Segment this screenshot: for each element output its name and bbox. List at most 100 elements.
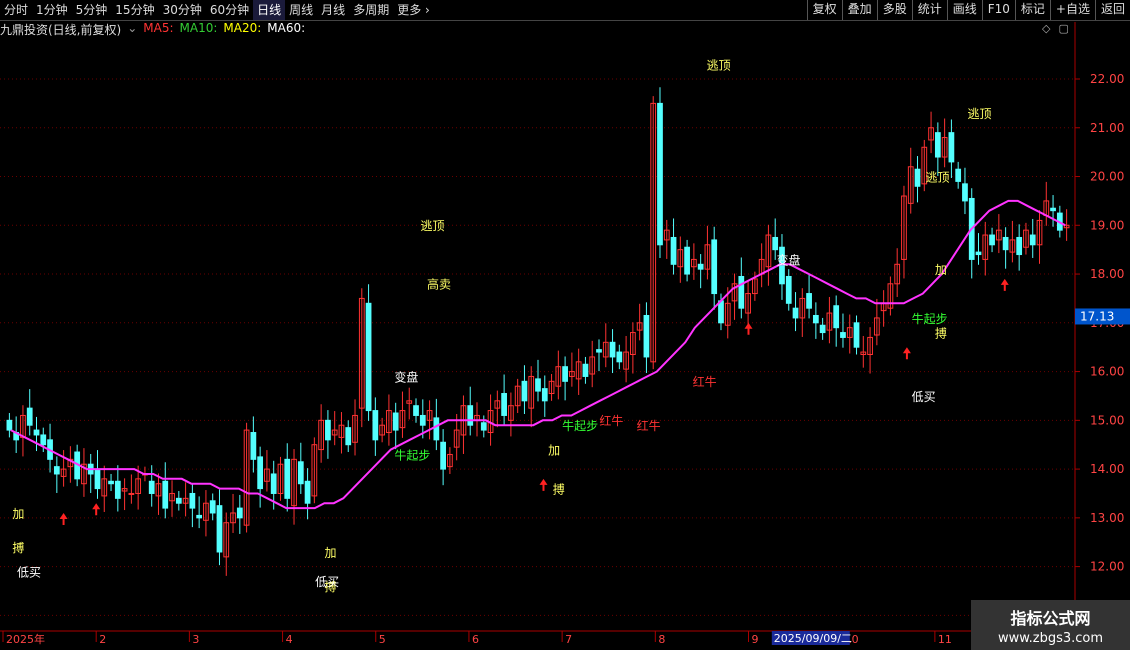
toolbar-button-6[interactable]: 标记 [1014, 0, 1050, 20]
candle-body [40, 434, 47, 446]
ma-label-3: MA60: [267, 21, 306, 35]
price-tick-label: 20.00 [1090, 170, 1124, 184]
diamond-icon[interactable]: ◇ [1042, 22, 1050, 35]
signal-label: 低买 [17, 565, 41, 579]
arrow-up-icon [539, 478, 548, 491]
candle-body [297, 461, 304, 485]
arrow-up-icon [902, 347, 911, 360]
signal-label: 加 [324, 546, 336, 560]
candle-body [365, 302, 372, 412]
signal-label: 高卖 [427, 277, 451, 292]
tab-period-6[interactable]: 日线 [253, 0, 286, 20]
tab-period-3[interactable]: 15分钟 [111, 0, 158, 20]
signal-label: 加 [935, 263, 947, 277]
signal-label: 低买 [912, 390, 936, 404]
current-price-label: 17.13 [1080, 309, 1114, 323]
candle-body [162, 480, 169, 509]
tab-period-10[interactable]: 更多 › [393, 0, 434, 20]
price-axis: 22.0021.0020.0019.0018.0017.0016.0015.00… [0, 22, 1130, 632]
candle-body [948, 132, 955, 163]
signal-label: 逃顶 [420, 219, 444, 233]
candlesticks[interactable] [6, 87, 1070, 576]
tab-period-5[interactable]: 60分钟 [206, 0, 253, 20]
tab-period-0[interactable]: 分时 [0, 0, 32, 20]
signal-label: 红牛 [599, 413, 623, 428]
candle-body [114, 480, 121, 499]
window-icon[interactable]: ▢ [1058, 22, 1068, 35]
candle-body [257, 456, 264, 490]
candle-body [738, 275, 745, 309]
ma-label-1: MA10: [179, 21, 218, 35]
toolbar-buttons: 复权 叠加 多股 统计 画线 F10 标记 +自选 返回 [806, 0, 1130, 20]
candle-body [6, 419, 13, 431]
signal-label: 变盘 [776, 252, 800, 267]
candle-body [541, 388, 548, 402]
candle-body [236, 507, 243, 519]
candle-body [806, 293, 812, 309]
candle-body [392, 412, 399, 431]
toolbar-button-8[interactable]: 返回 [1094, 0, 1130, 20]
date-tick-label: 4 [286, 633, 293, 646]
tab-period-8[interactable]: 月线 [317, 0, 349, 20]
arrow-up-icon [92, 503, 101, 516]
signal-label: 红牛 [693, 374, 717, 389]
candle-body [216, 505, 223, 553]
buy-arrows [59, 278, 1009, 525]
candle-body [792, 307, 799, 319]
candle-body [955, 168, 962, 182]
candle-body [934, 132, 941, 158]
candle-body [853, 322, 860, 348]
candle-body [711, 239, 718, 295]
settings-icon[interactable]: ⌄ [127, 21, 137, 37]
tab-period-4[interactable]: 30分钟 [159, 0, 206, 20]
toolbar-button-0[interactable]: 复权 [806, 0, 842, 20]
watermark-title: 指标公式网 [1010, 609, 1091, 628]
signal-label: 牛起步 [562, 418, 598, 433]
candle-body [128, 492, 135, 495]
kline-chart[interactable]: 逃顶逃顶逃顶逃顶高卖变盘变盘牛起步牛起步牛起步红牛红牛 红牛加加加加搏搏搏搏低买低… [0, 0, 1130, 650]
tab-period-7[interactable]: 周线 [285, 0, 317, 20]
stock-name[interactable]: 九鼎投资(日线,前复权) [0, 21, 121, 37]
price-grid [0, 78, 1075, 616]
date-tick-label: 9 [752, 633, 759, 646]
signal-label: 牛起步 [394, 447, 430, 462]
signal-label: 红牛 [637, 418, 661, 433]
candle-body [670, 236, 677, 265]
candle-body [413, 405, 419, 416]
toolbar-button-2[interactable]: 多股 [876, 0, 912, 20]
chart-header: 九鼎投资(日线,前复权) ⌄ MA5: MA10: MA20: MA60: [0, 21, 305, 37]
watermark-url: www.zbgs3.com [997, 631, 1104, 646]
signal-label: 变盘 [394, 369, 418, 384]
candle-body [962, 183, 968, 202]
price-tick-label: 15.00 [1090, 413, 1124, 427]
toolbar-button-7[interactable]: +自选 [1049, 0, 1095, 20]
toolbar-button-5[interactable]: F10 [981, 0, 1015, 20]
candle-body [975, 251, 982, 256]
ma-labels: MA5: MA10: MA20: MA60: [143, 21, 305, 37]
cursor-date-label: 2025/09/09/二 [774, 632, 852, 645]
date-tick-label: 2 [99, 633, 106, 646]
candle-body [304, 480, 311, 504]
toolbar-button-4[interactable]: 画线 [946, 0, 982, 20]
candle-body [270, 473, 277, 494]
signal-label: 逃顶 [707, 58, 731, 72]
candle-body [94, 468, 101, 490]
candle-body [108, 480, 114, 485]
candle-body [480, 422, 487, 431]
date-tick-label: 2025年 [6, 632, 45, 646]
watermark: 指标公式网 www.zbgs3.com [971, 600, 1130, 650]
tab-period-2[interactable]: 5分钟 [72, 0, 112, 20]
toolbar-button-3[interactable]: 统计 [911, 0, 947, 20]
ma-label-2: MA20: [223, 21, 262, 35]
signal-label: 逃顶 [967, 107, 991, 121]
tab-period-9[interactable]: 多周期 [349, 0, 393, 20]
ma-label-0: MA5: [143, 21, 174, 35]
candle-body [440, 441, 446, 470]
candle-body [609, 341, 616, 358]
tab-period-1[interactable]: 1分钟 [32, 0, 72, 20]
candle-body [562, 366, 568, 382]
toolbar-button-1[interactable]: 叠加 [841, 0, 877, 20]
price-tick-label: 12.00 [1090, 560, 1124, 574]
candle-body [345, 427, 352, 446]
candle-body [1050, 207, 1056, 212]
